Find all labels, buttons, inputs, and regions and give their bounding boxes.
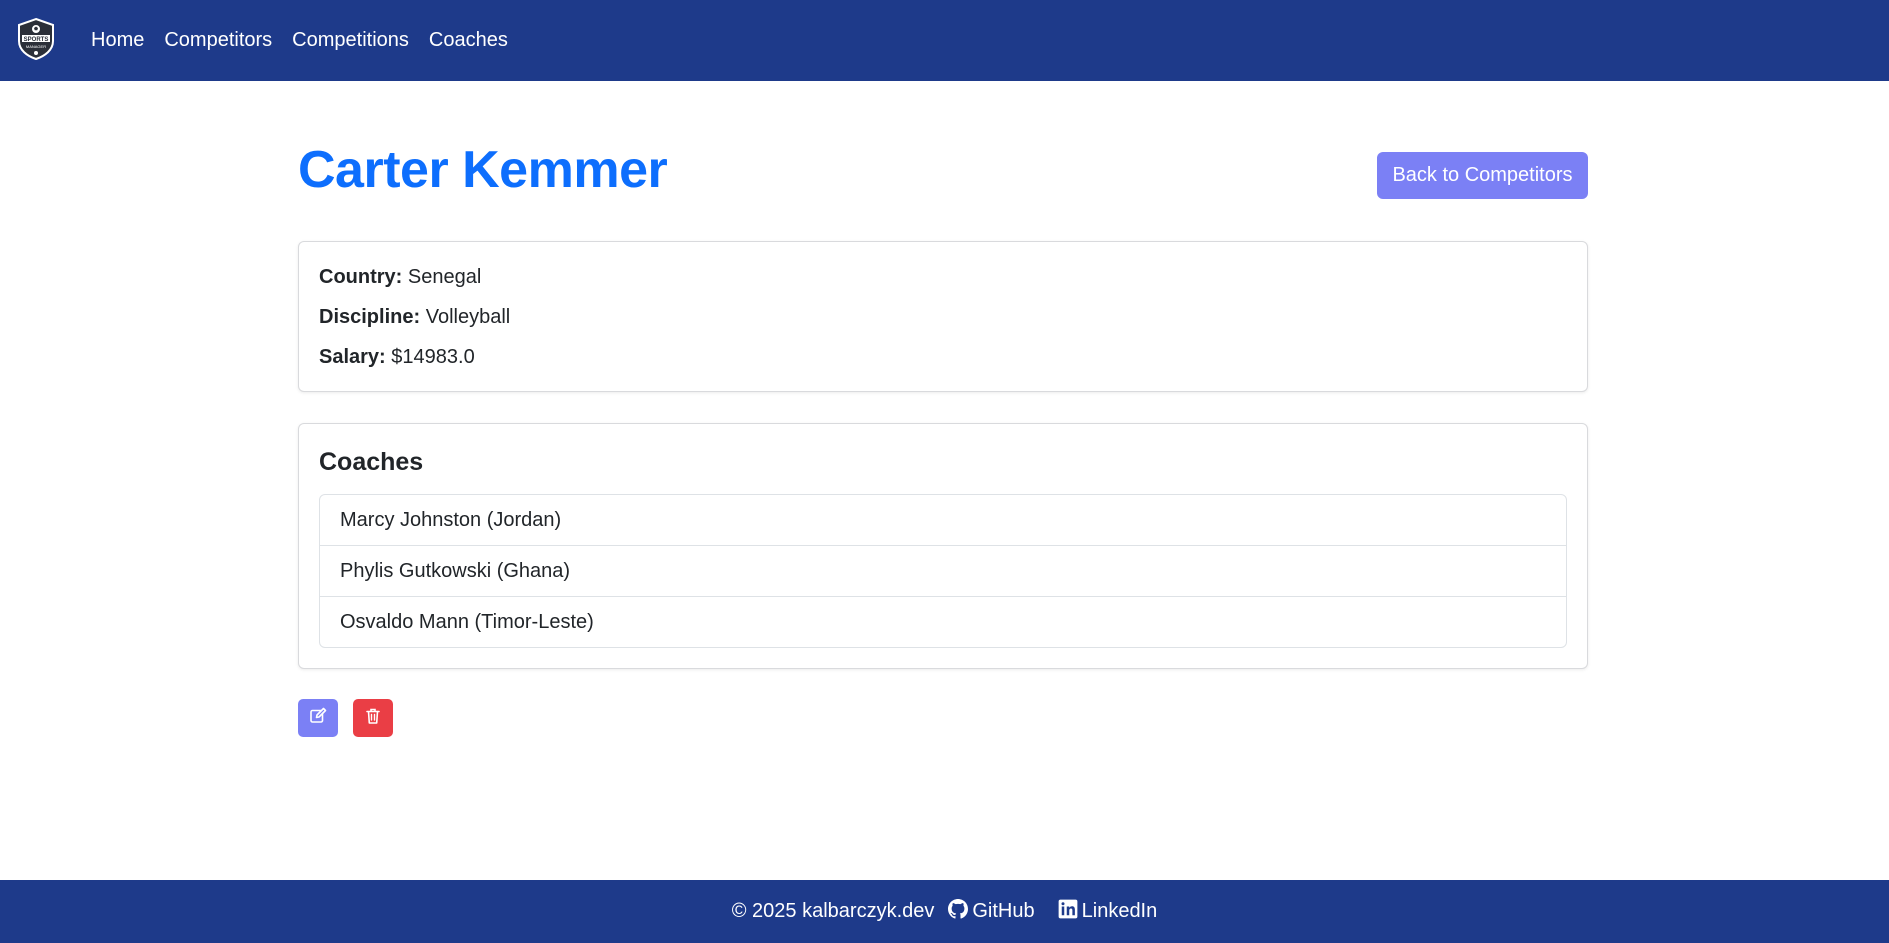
svg-text:MANAGER: MANAGER	[26, 44, 46, 49]
nav-link-competitions[interactable]: Competitions	[292, 29, 409, 52]
page-title: Carter Kemmer	[298, 141, 668, 199]
nav-link-competitors[interactable]: Competitors	[164, 29, 272, 52]
linkedin-label: LinkedIn	[1081, 900, 1158, 922]
discipline-value: Volleyball	[425, 306, 511, 328]
edit-button[interactable]	[298, 699, 338, 737]
salary-value: $14983.0	[391, 346, 475, 368]
linkedin-icon	[1058, 899, 1082, 925]
coaches-card: Coaches Marcy Johnston (Jordan) Phylis G…	[298, 423, 1588, 669]
country-label: Country:	[319, 266, 403, 288]
coach-list-item[interactable]: Phylis Gutkowski (Ghana)	[320, 546, 1566, 597]
country-row: Country: Senegal	[319, 266, 481, 289]
nav-link-home[interactable]: Home	[91, 29, 144, 52]
github-label: GitHub	[972, 900, 1035, 922]
sports-manager-logo[interactable]: SPORTS MANAGER	[14, 17, 58, 61]
coach-list-item[interactable]: Osvaldo Mann (Timor-Leste)	[320, 597, 1566, 647]
footer: © 2025 kalbarczyk.dev GitHub LinkedIn	[0, 880, 1889, 943]
navbar: SPORTS MANAGER Home Competitors Competit…	[0, 0, 1889, 81]
github-link[interactable]: GitHub	[948, 898, 1035, 925]
salary-label: Salary:	[319, 346, 386, 368]
discipline-label: Discipline:	[319, 306, 421, 328]
competitor-details-card: Country: Senegal Discipline: Volleyball …	[298, 241, 1588, 392]
edit-icon	[309, 707, 327, 730]
back-to-competitors-button[interactable]: Back to Competitors	[1377, 152, 1588, 199]
discipline-row: Discipline: Volleyball	[319, 306, 510, 329]
salary-row: Salary: $14983.0	[319, 346, 475, 369]
linkedin-link[interactable]: LinkedIn	[1058, 899, 1158, 925]
footer-copyright: © 2025 kalbarczyk.dev	[731, 900, 935, 922]
nav-links: Home Competitors Competitions Coaches	[91, 0, 528, 81]
country-value: Senegal	[407, 266, 482, 288]
coaches-list: Marcy Johnston (Jordan) Phylis Gutkowski…	[319, 494, 1567, 648]
coaches-heading: Coaches	[319, 448, 424, 476]
delete-button[interactable]	[353, 699, 393, 737]
svg-text:SPORTS: SPORTS	[24, 37, 49, 43]
coach-list-item[interactable]: Marcy Johnston (Jordan)	[320, 495, 1566, 546]
nav-link-coaches[interactable]: Coaches	[429, 29, 508, 52]
trash-icon	[364, 707, 382, 730]
github-icon	[948, 898, 972, 925]
